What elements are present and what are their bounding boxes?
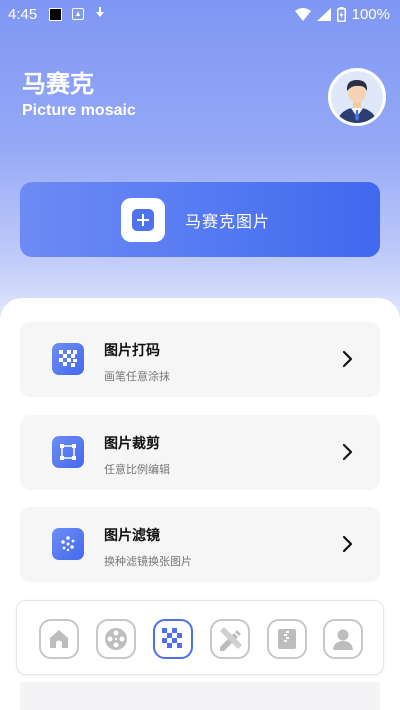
chevron-right-icon: [342, 443, 353, 461]
card-title: 图片打码: [104, 343, 160, 359]
chevron-right-icon: [342, 535, 353, 553]
mosaic-icon: [162, 628, 182, 648]
page-subtitle: Picture mosaic: [22, 102, 136, 119]
battery-percentage: 100%: [351, 5, 390, 23]
card-description: 换种滤镜换张图片: [104, 555, 192, 568]
plus-icon: [132, 208, 154, 231]
status-bar: 4:45 100%: [0, 0, 400, 28]
card-title: 图片滤镜: [104, 528, 160, 544]
add-icon-box: [121, 197, 165, 242]
bottom-strip: [20, 682, 380, 710]
wifi-icon: [294, 7, 311, 21]
signal-icon: [316, 7, 331, 21]
hero-background: [0, 0, 400, 330]
card-description: 任意比例编辑: [104, 463, 170, 476]
person-illustration-icon: [331, 71, 383, 123]
nav-film[interactable]: [96, 619, 136, 659]
notification-a-icon: [72, 8, 85, 20]
card-description: 画笔任意涂抹: [104, 370, 170, 383]
card-title: 图片裁剪: [104, 436, 160, 452]
bottom-navigation: [16, 600, 384, 675]
film-reel-icon: [105, 628, 127, 650]
download-icon: [94, 7, 106, 21]
mosaic-image-label: 马赛克图片: [185, 211, 271, 231]
chevron-right-icon: [342, 350, 353, 368]
status-time: 4:45: [8, 5, 38, 23]
avatar[interactable]: [328, 68, 386, 126]
card-image-filter[interactable]: 图片滤镜 换种滤镜换张图片: [20, 507, 380, 582]
nav-archive[interactable]: [267, 619, 307, 659]
card-image-crop[interactable]: 图片裁剪 任意比例编辑: [20, 415, 380, 490]
nav-mosaic[interactable]: [153, 619, 193, 659]
crop-icon: [52, 436, 84, 468]
mosaic-image-button[interactable]: 马赛克图片: [20, 182, 380, 257]
archive-icon: [278, 629, 296, 649]
notification-app-icon: [49, 7, 63, 21]
home-icon: [50, 630, 68, 648]
nav-design[interactable]: [210, 619, 250, 659]
page-title: 马赛克: [22, 70, 94, 98]
mosaic-icon: [52, 343, 84, 375]
battery-icon: [336, 6, 346, 22]
nav-profile[interactable]: [323, 619, 363, 659]
card-image-mosaic[interactable]: 图片打码 画笔任意涂抹: [20, 322, 380, 397]
nav-home[interactable]: [39, 619, 79, 659]
filter-icon: [52, 528, 84, 560]
pencil-ruler-icon: [220, 627, 242, 651]
profile-icon: [333, 629, 353, 650]
